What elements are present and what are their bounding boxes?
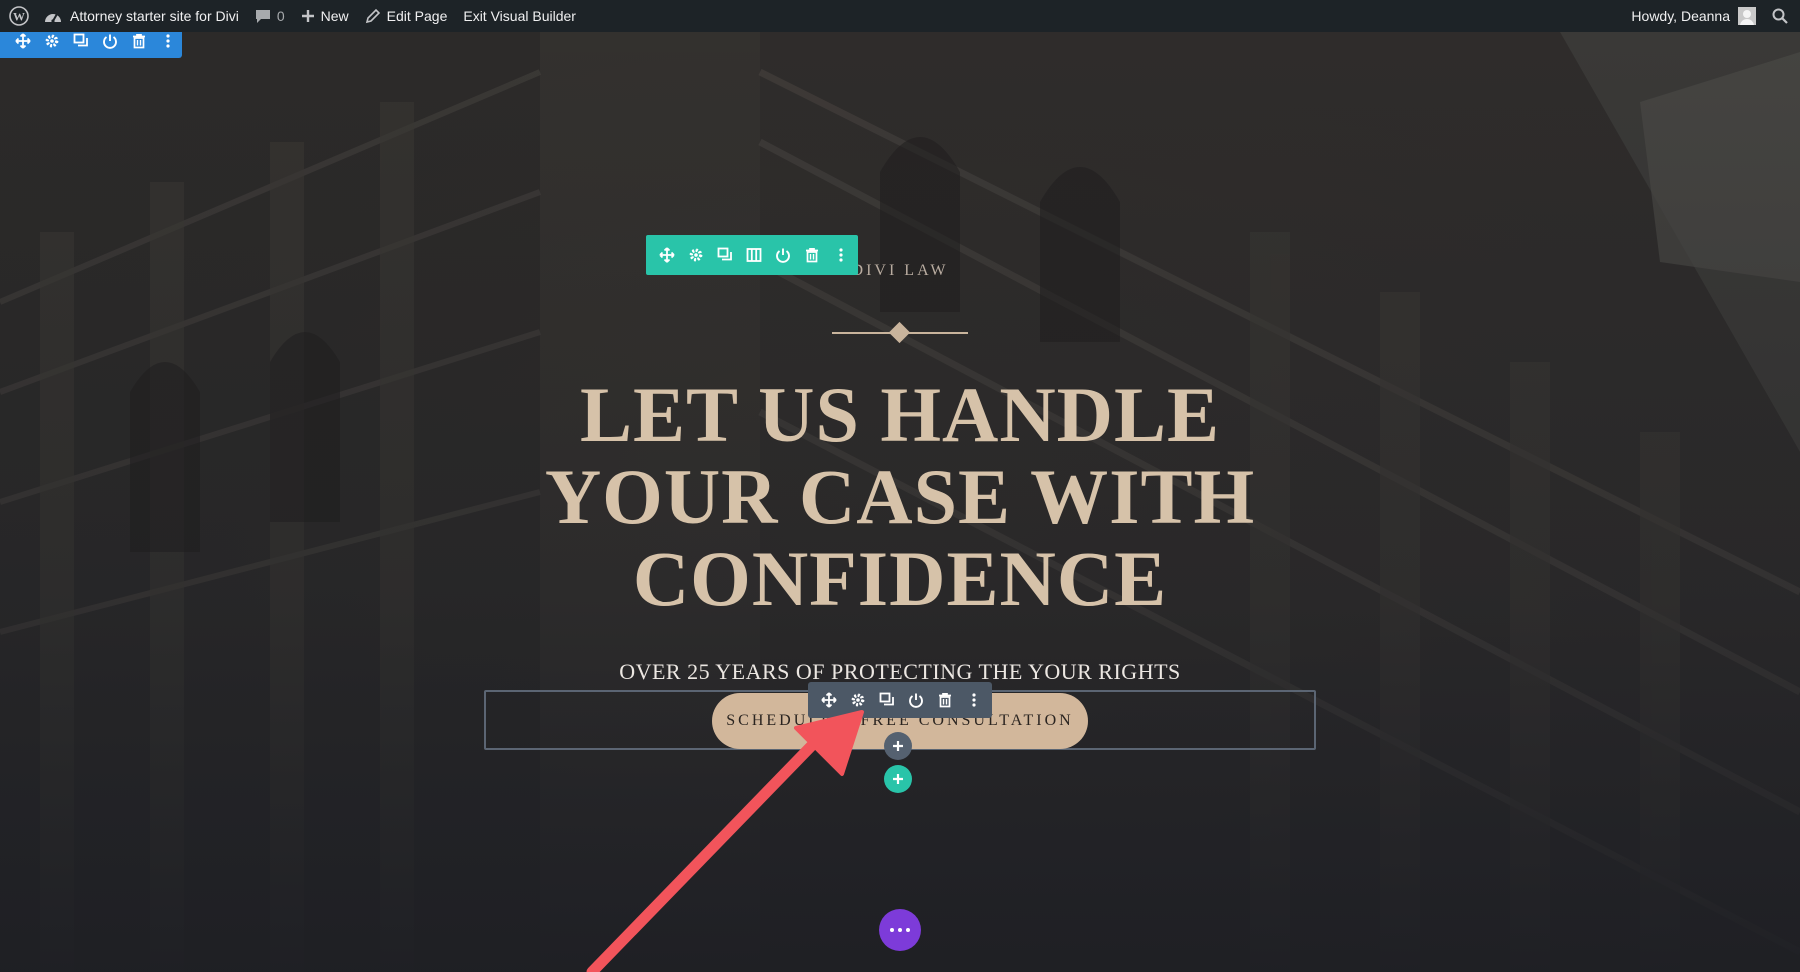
search-icon	[1772, 8, 1788, 24]
trash-icon[interactable]	[797, 235, 826, 275]
new-content-menu[interactable]: New	[293, 0, 357, 32]
search-button[interactable]	[1764, 0, 1800, 32]
headline-line-2: YOUR CASE WITH	[544, 453, 1256, 540]
row-toolbar	[646, 235, 858, 275]
gear-icon[interactable]	[843, 682, 872, 718]
trash-icon[interactable]	[930, 682, 959, 718]
power-icon[interactable]	[901, 682, 930, 718]
gear-icon[interactable]	[681, 235, 710, 275]
pencil-icon	[365, 8, 380, 24]
hero-headline: LET US HANDLE YOUR CASE WITH CONFIDENCE	[0, 374, 1800, 620]
page-settings-toggle-button[interactable]	[879, 909, 921, 951]
hero-section: DIVI LAW LET US HANDLE YOUR CASE WITH CO…	[0, 32, 1800, 972]
user-account-menu[interactable]: Howdy, Deanna	[1623, 0, 1764, 32]
plus-icon	[893, 741, 903, 751]
duplicate-icon[interactable]	[710, 235, 739, 275]
columns-icon[interactable]	[739, 235, 768, 275]
eyebrow-text: DIVI LAW	[851, 262, 949, 279]
dot-icon	[890, 928, 894, 932]
site-name-menu[interactable]: Attorney starter site for Divi	[36, 0, 247, 32]
headline-line-3: CONFIDENCE	[632, 535, 1168, 622]
duplicate-icon[interactable]	[872, 682, 901, 718]
edit-page-link[interactable]: Edit Page	[357, 0, 456, 32]
move-icon[interactable]	[652, 235, 681, 275]
wp-admin-bar: W Attorney starter site for Divi 0 New E…	[0, 0, 1800, 32]
plus-icon	[301, 10, 314, 22]
exit-visual-builder-label: Exit Visual Builder	[463, 8, 576, 24]
decorative-divider	[832, 321, 968, 344]
plus-icon	[893, 774, 903, 784]
avatar	[1738, 7, 1756, 25]
comments-menu[interactable]: 0	[247, 0, 293, 32]
diamond-icon	[888, 321, 911, 344]
headline-line-1: LET US HANDLE	[579, 371, 1221, 458]
module-toolbar	[808, 682, 992, 718]
wordpress-logo-icon[interactable]: W	[0, 0, 36, 32]
site-name: Attorney starter site for Divi	[70, 8, 239, 24]
dot-icon	[898, 928, 902, 932]
power-icon[interactable]	[768, 235, 797, 275]
svg-text:W: W	[13, 10, 25, 24]
add-module-button[interactable]	[884, 732, 912, 760]
add-row-button[interactable]	[884, 765, 912, 793]
new-label: New	[320, 8, 349, 24]
greeting: Howdy, Deanna	[1631, 8, 1730, 24]
comment-bubble-icon	[255, 10, 270, 23]
dot-icon	[906, 928, 910, 932]
more-icon[interactable]	[826, 235, 855, 275]
exit-visual-builder-link[interactable]: Exit Visual Builder	[455, 0, 584, 32]
move-icon[interactable]	[814, 682, 843, 718]
more-icon[interactable]	[959, 682, 988, 718]
comments-count: 0	[276, 8, 285, 24]
edit-page-label: Edit Page	[386, 8, 448, 24]
dashboard-gauge-icon	[45, 13, 61, 23]
